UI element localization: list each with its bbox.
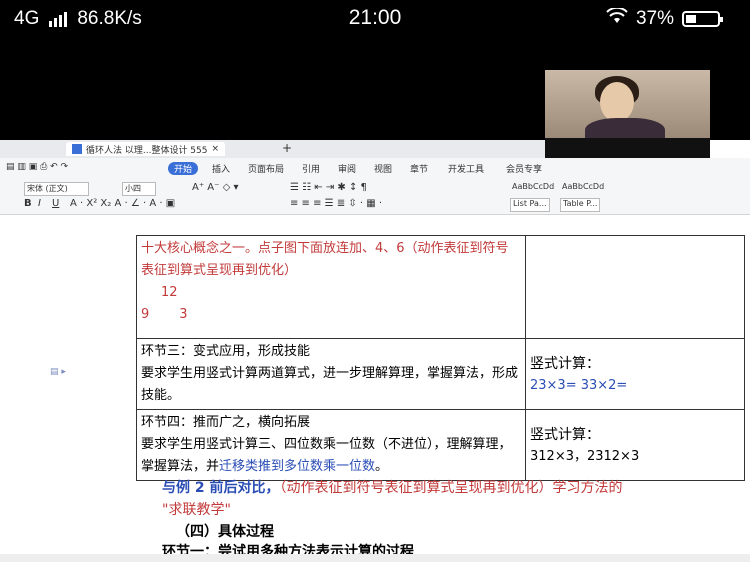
table-row: 环节四：推而广之，横向拓展 要求学生用竖式计算三、四位数乘一位数（不进位），理解… [136, 409, 745, 481]
file-icon[interactable]: ▤ ▥ ▣ ⎙ ↶ ↷ [6, 162, 68, 172]
left-margin: ▤ ▸ [0, 215, 110, 562]
row3-title: 环节四：推而广之，横向拓展 [141, 415, 311, 430]
row3-body-end: 。 [375, 459, 389, 474]
menu-item-review[interactable]: 审阅 [338, 162, 356, 175]
row3-body: 要求学生用竖式计算三、四位数乘一位数（不进位），理解算理，掌握算法，并迁移类推到… [141, 434, 521, 478]
paragraph-marker-icon: ▤ ▸ [50, 367, 66, 377]
comparison-prefix: 与例 2 前后对比， [162, 480, 280, 496]
font-grow-icon[interactable]: A⁺ A⁻ ◇ ▾ [192, 182, 238, 194]
table-row: 十大核心概念之一。点子图下面放连加、4、6（动作表征到符号表征到算式呈现再到优化… [136, 235, 745, 339]
row3-right-expr: 312×3，2312×3 [530, 449, 640, 464]
row1-numbers: 93 [141, 304, 521, 326]
style-list-paragraph[interactable]: List Pa... [510, 198, 550, 212]
menu-item-home[interactable]: 开始 [168, 162, 199, 175]
wifi-icon [606, 6, 628, 30]
italic-icon[interactable]: I [38, 198, 41, 210]
menu-item-insert[interactable]: 插入 [212, 162, 230, 175]
menu-item-developer[interactable]: 开发工具 [448, 162, 484, 175]
row3-body-highlight: 迁移类推到多位数乘一位数 [219, 459, 376, 474]
video-feed [545, 70, 710, 138]
list-icon[interactable]: ☰ ☷ ⇤ ⇥ ✱ ↕ ¶ [290, 182, 367, 194]
menu-item-references[interactable]: 引用 [302, 162, 320, 175]
menu-item-chapter[interactable]: 章节 [410, 162, 428, 175]
table-cell [525, 235, 745, 339]
style-sample-1[interactable]: AaBbCcDd [510, 182, 556, 194]
bold-icon[interactable]: B [24, 198, 32, 210]
status-right: 37% [606, 6, 723, 30]
underline-icon[interactable]: U [52, 198, 59, 210]
comparison-red-text: （动作表征到符号表征到算式呈现再到优化）学习方法的 [279, 480, 623, 496]
row1-number: 12 [161, 285, 178, 300]
row2-right-title: 竖式计算： [530, 356, 600, 372]
menu-item-member[interactable]: 会员专享 [506, 162, 542, 175]
font-name-select[interactable]: 宋体 (正文) [24, 182, 89, 196]
menu-item-layout[interactable]: 页面布局 [248, 162, 284, 175]
document-tab[interactable]: 循环人法 以理...整体设计 555 × [66, 142, 226, 156]
row2-right-expr: 23×3= 33×2= [530, 378, 628, 393]
lesson-table: 十大核心概念之一。点子图下面放连加、4、6（动作表征到符号表征到算式呈现再到优化… [136, 235, 745, 481]
document-page: ▤ ▸ 十大核心概念之一。点子图下面放连加、4、6（动作表征到符号表征到算式呈现… [0, 215, 750, 562]
format-row: 宋体 (正文) 小四 A⁺ A⁻ ◇ ▾ ☰ ☷ ⇤ ⇥ ✱ ↕ ¶ AaBbC… [0, 182, 750, 196]
style-sample-2[interactable]: AaBbCcDd [560, 182, 606, 194]
row2-body: 要求学生用竖式计算两道算式，进一步理解算理，掌握算法，形成技能。 [141, 366, 519, 403]
ribbon-toolbar: ▤ ▥ ▣ ⎙ ↶ ↷ 开始 插入 页面布局 引用 审阅 视图 章节 开发工具 … [0, 158, 750, 215]
row1-text: 十大核心概念之一。点子图下面放连加、4、6（动作表征到符号表征到算式呈现再到优化… [141, 241, 509, 278]
battery-icon [682, 11, 723, 27]
menu-bar: ▤ ▥ ▣ ⎙ ↶ ↷ 开始 插入 页面布局 引用 审阅 视图 章节 开发工具 … [0, 162, 750, 176]
section-heading: （四）具体过程 [176, 524, 274, 540]
close-icon[interactable]: × [211, 144, 219, 154]
row1-number: 3 [179, 307, 188, 322]
format-row-2: B I U A · X² X₂ A · ∠ · A · ▣ ≡ ≡ ≡ ☰ ≣ … [0, 198, 750, 212]
font-size-select[interactable]: 小四 [122, 182, 156, 196]
table-cell: 十大核心概念之一。点子图下面放连加、4、6（动作表征到符号表征到算式呈现再到优化… [136, 235, 526, 339]
row3-right-title: 竖式计算： [530, 427, 600, 443]
word-doc-icon [72, 144, 82, 154]
comparison-line: 与例 2 前后对比，（动作表征到符号表征到算式呈现再到优化）学习方法的 [162, 477, 623, 497]
table-cell: 竖式计算： 312×3，2312×3 [525, 409, 745, 481]
row2-title: 环节三：变式应用，形成技能 [141, 344, 311, 359]
document-status-bar [0, 554, 750, 562]
table-row: 环节三：变式应用，形成技能 要求学生用竖式计算两道算式，进一步理解算理，掌握算法… [136, 338, 745, 410]
add-tab-icon[interactable]: + [282, 141, 292, 155]
table-cell: 环节三：变式应用，形成技能 要求学生用竖式计算两道算式，进一步理解算理，掌握算法… [136, 338, 526, 410]
table-cell: 竖式计算： 23×3= 33×2= [525, 338, 745, 410]
document-tab-title: 循环人法 以理...整体设计 555 [86, 145, 208, 156]
table-cell: 环节四：推而广之，横向拓展 要求学生用竖式计算三、四位数乘一位数（不进位），理解… [136, 409, 526, 481]
document-tab-bar: 循环人法 以理...整体设计 555 × + [0, 140, 545, 158]
style-table-paragraph[interactable]: Table P... [560, 198, 601, 212]
align-icon[interactable]: ≡ ≡ ≡ ☰ ≣ ⇳ · ▦ · [290, 198, 382, 210]
method-name: "求联教学" [162, 502, 231, 518]
battery-percent: 37% [635, 8, 674, 29]
text-effects-icon[interactable]: A · X² X₂ A · ∠ · A · ▣ [70, 198, 175, 210]
menu-item-view[interactable]: 视图 [374, 162, 392, 175]
